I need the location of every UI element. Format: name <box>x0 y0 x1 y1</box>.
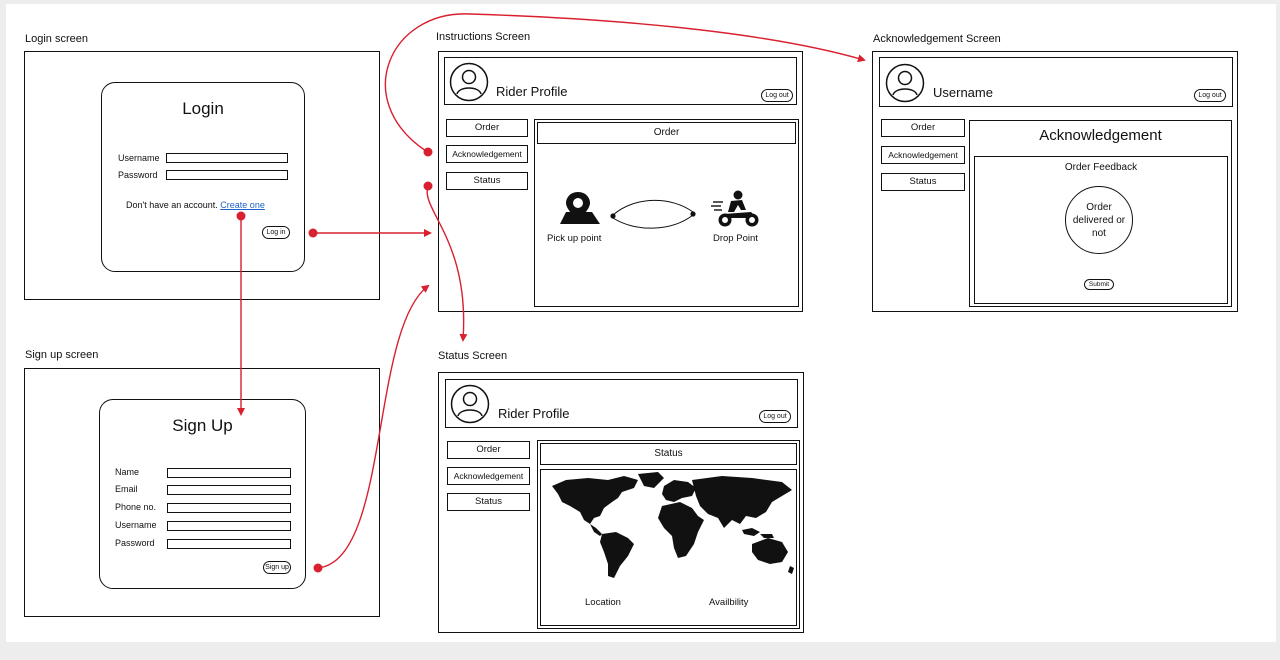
signup-phone-input[interactable] <box>167 503 291 513</box>
instructions-nav-order[interactable]: Order <box>446 119 528 137</box>
pickup-label: Pick up point <box>547 233 602 244</box>
status-frame: Rider Profile Log out Order Acknowledgem… <box>438 372 804 633</box>
login-password-input[interactable] <box>166 170 288 180</box>
acknowledgement-nav-order[interactable]: Order <box>881 119 965 137</box>
instructions-header: Rider Profile Log out <box>444 57 797 105</box>
status-nav-status[interactable]: Status <box>447 493 530 511</box>
instructions-nav-status[interactable]: Status <box>446 172 528 190</box>
instructions-nav-acknowledgement[interactable]: Acknowledgement <box>446 145 528 163</box>
login-frame-title: Login screen <box>25 33 88 45</box>
login-password-label: Password <box>118 170 158 180</box>
avatar-icon <box>450 384 490 424</box>
route-arrows-icon <box>610 199 696 229</box>
acknowledgement-frame: Username Log out Order Acknowledgement S… <box>872 51 1238 312</box>
signup-name-label: Name <box>115 467 140 477</box>
instructions-logout-button[interactable]: Log out <box>761 89 793 102</box>
instructions-content-title: Order <box>537 122 796 144</box>
login-no-account-text: Don't have an account. Create one <box>126 200 265 210</box>
login-username-input[interactable] <box>166 153 288 163</box>
acknowledgement-frame-title: Acknowledgement Screen <box>873 33 1001 45</box>
world-map-icon <box>552 472 794 578</box>
signup-username-input[interactable] <box>167 521 291 531</box>
signup-phone-label: Phone no. <box>115 502 157 512</box>
status-logout-button[interactable]: Log out <box>759 410 791 423</box>
order-delivered-indicator[interactable]: Order delivered or not <box>1065 186 1133 254</box>
acknowledgement-nav-status[interactable]: Status <box>881 173 965 191</box>
no-account-label: Don't have an account. <box>126 200 218 210</box>
order-feedback-panel: Order Feedback Order delivered or not Su… <box>974 156 1228 304</box>
submit-button[interactable]: Submit <box>1084 279 1114 290</box>
status-frame-title: Status Screen <box>438 350 508 362</box>
status-content: Status Location Availbility <box>537 440 800 629</box>
acknowledgement-content: Acknowledgement Order Feedback Order del… <box>969 120 1232 307</box>
login-button[interactable]: Log in <box>262 226 290 239</box>
status-content-title: Status <box>540 443 797 465</box>
drop-point-label: Drop Point <box>713 233 758 244</box>
instructions-frame: Rider Profile Log out Order Acknowledgem… <box>438 51 803 312</box>
signup-button[interactable]: Sign up <box>263 561 291 574</box>
acknowledgement-header-title: Username <box>933 85 993 100</box>
map-pin-icon <box>560 192 600 224</box>
status-header-title: Rider Profile <box>498 406 570 421</box>
signup-email-input[interactable] <box>167 485 291 495</box>
signup-email-label: Email <box>115 484 138 494</box>
instructions-frame-title: Instructions Screen <box>436 31 531 43</box>
signup-card: Sign Up Name Email Phone no. Username Pa… <box>99 399 306 589</box>
signup-frame-title: Sign up screen <box>25 349 99 361</box>
create-account-link[interactable]: Create one <box>220 200 265 210</box>
status-map-panel: Location Availbility <box>540 469 797 626</box>
instructions-content: Order Pick up point Drop Point <box>534 119 799 307</box>
signup-username-label: Username <box>115 520 157 530</box>
location-label: Location <box>585 597 621 608</box>
acknowledgement-content-title: Acknowledgement <box>1039 127 1162 144</box>
acknowledgement-logout-button[interactable]: Log out <box>1194 89 1226 102</box>
signup-frame: Sign Up Name Email Phone no. Username Pa… <box>24 368 380 617</box>
instructions-header-title: Rider Profile <box>496 84 568 99</box>
status-header: Rider Profile Log out <box>445 379 798 428</box>
wireframe-board: Login screen Login Username Password Don… <box>0 0 1280 660</box>
signup-password-label: Password <box>115 538 155 548</box>
acknowledgement-header: Username Log out <box>879 57 1233 107</box>
status-nav-order[interactable]: Order <box>447 441 530 459</box>
avatar-icon <box>885 63 925 103</box>
login-card: Login Username Password Don't have an ac… <box>101 82 305 272</box>
status-nav-acknowledgement[interactable]: Acknowledgement <box>447 467 530 485</box>
login-username-label: Username <box>118 153 160 163</box>
signup-card-title: Sign Up <box>172 416 233 435</box>
login-card-title: Login <box>182 99 224 118</box>
availability-label: Availbility <box>709 597 749 608</box>
avatar-icon <box>449 62 489 102</box>
acknowledgement-nav-acknowledgement[interactable]: Acknowledgement <box>881 146 965 164</box>
signup-name-input[interactable] <box>167 468 291 478</box>
motorbike-rider-icon <box>711 190 759 227</box>
login-frame: Login Username Password Don't have an ac… <box>24 51 380 300</box>
signup-password-input[interactable] <box>167 539 291 549</box>
order-feedback-title: Order Feedback <box>1064 162 1138 173</box>
